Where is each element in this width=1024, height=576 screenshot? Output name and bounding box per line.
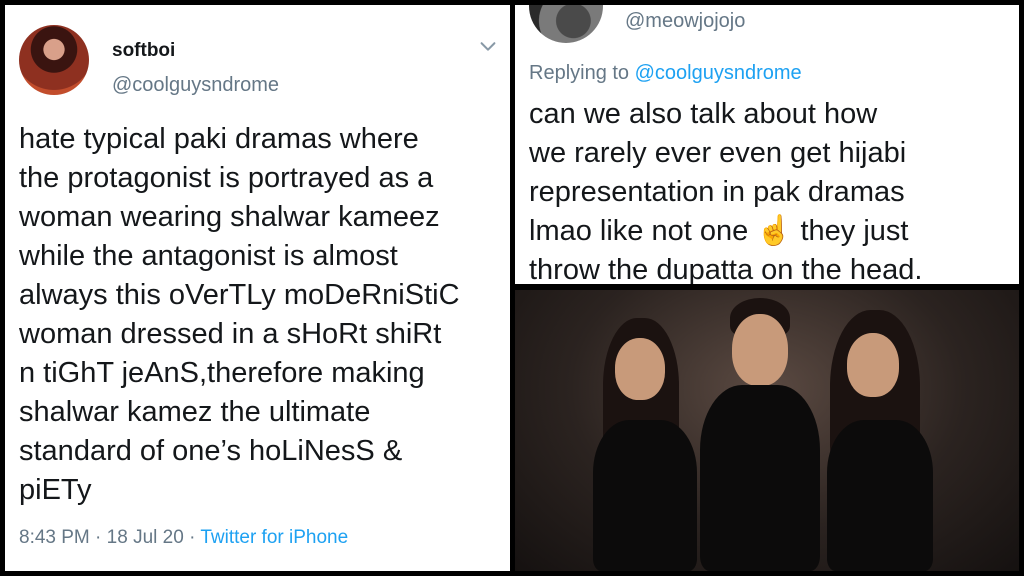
meta-separator: · bbox=[95, 527, 102, 548]
tweet-meta: 8:43 PM · 18 Jul 20 · Twitter for iPhone bbox=[19, 527, 348, 549]
chevron-down-icon[interactable] bbox=[477, 35, 499, 57]
tweet-date[interactable]: 18 Jul 20 bbox=[107, 527, 184, 548]
woman-right-figure bbox=[815, 305, 945, 571]
tweet-text: hate typical paki dramas where the prota… bbox=[19, 123, 460, 506]
mention-link[interactable]: @coolguysndrome bbox=[635, 62, 802, 84]
replying-to: Replying to @coolguysndrome bbox=[529, 62, 802, 85]
tweet-text: can we also talk about how we rarely eve… bbox=[529, 98, 923, 284]
tweet-source-link[interactable]: Twitter for iPhone bbox=[200, 527, 348, 548]
original-tweet: softboi @coolguysndrome hate typical pak… bbox=[5, 5, 510, 571]
user-handle[interactable]: @meowjojojo bbox=[625, 10, 745, 33]
reply-tweet: @meowjojojo Replying to @coolguysndrome … bbox=[515, 5, 1019, 284]
woman-left-figure bbox=[585, 310, 705, 571]
man-center-figure bbox=[690, 290, 830, 571]
drama-cast-photo bbox=[515, 290, 1019, 571]
meta-separator: · bbox=[189, 527, 196, 548]
tweet-time[interactable]: 8:43 PM bbox=[19, 527, 90, 548]
user-handle[interactable]: @coolguysndrome bbox=[112, 74, 279, 97]
display-name[interactable]: softboi bbox=[112, 40, 175, 62]
avatar[interactable] bbox=[19, 25, 89, 95]
avatar[interactable] bbox=[529, 5, 603, 43]
replying-prefix: Replying to bbox=[529, 62, 630, 84]
